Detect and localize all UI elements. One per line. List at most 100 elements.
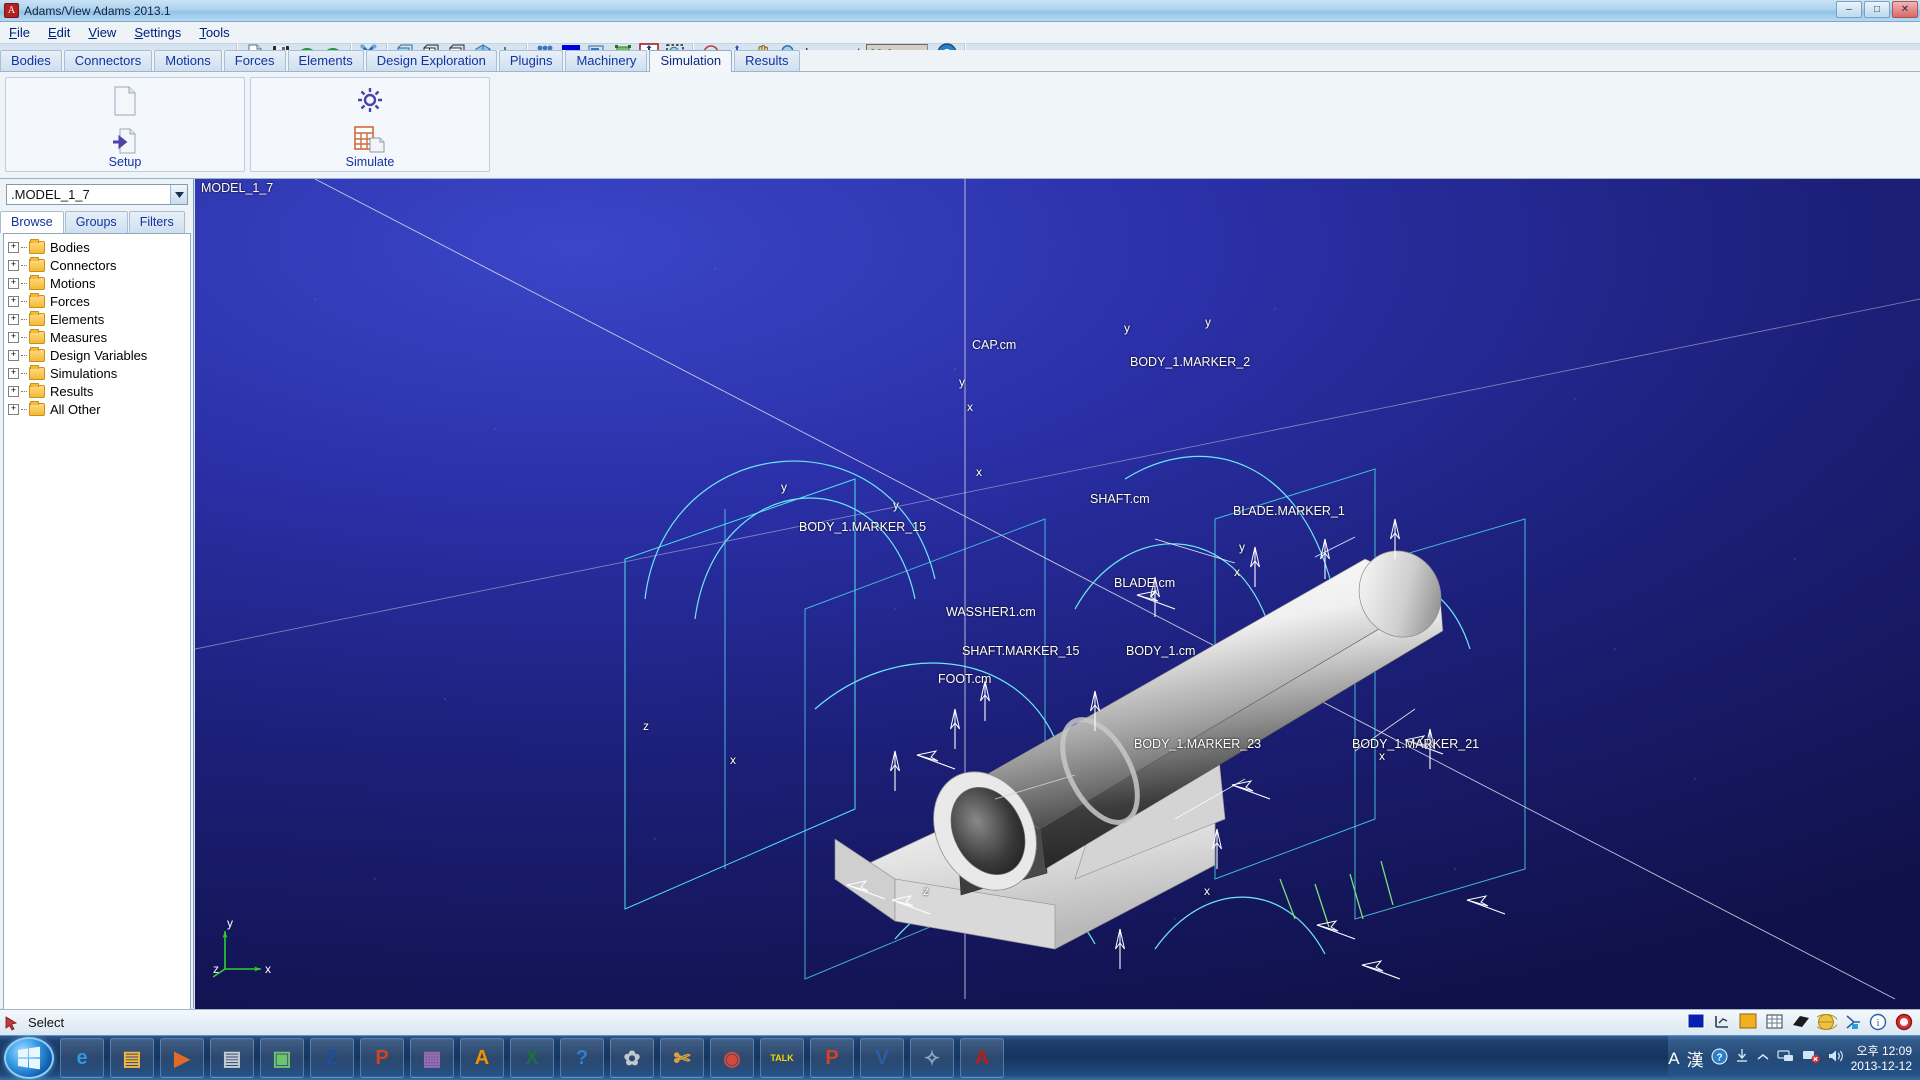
model-selector[interactable]: .MODEL_1_7 <box>6 184 188 205</box>
modeling-viewport[interactable]: MODEL_1_7 CAP.cm BODY_1.MARKER_2 SHAFT.c… <box>195 179 1920 1009</box>
view-yellow-icon[interactable] <box>1738 1012 1760 1032</box>
ribbon-tab-motions[interactable]: Motions <box>154 50 222 71</box>
simulation-script-icon[interactable] <box>354 125 386 158</box>
viewport-object-label[interactable]: SHAFT.MARKER_15 <box>962 644 1079 658</box>
snipping-tool-icon[interactable]: ✄ <box>660 1038 704 1078</box>
window-controls[interactable]: – □ ✕ <box>1836 1 1918 18</box>
viewport-object-label[interactable]: FOOT.cm <box>938 672 991 686</box>
tree-expander-icon[interactable]: + <box>8 259 19 271</box>
menu-file[interactable]: File <box>0 24 39 41</box>
excel-icon[interactable]: X <box>510 1038 554 1078</box>
help-tray-icon[interactable]: ? <box>1711 1048 1728 1070</box>
viewport-object-label[interactable]: BLADE.MARKER_1 <box>1233 504 1345 518</box>
adams-view-icon[interactable]: A <box>960 1038 1004 1078</box>
tree-expander-icon[interactable]: + <box>8 331 19 343</box>
window-icon[interactable]: ▣ <box>260 1038 304 1078</box>
viewport-object-label[interactable]: BODY_1.MARKER_15 <box>799 520 926 534</box>
browser-tab-groups[interactable]: Groups <box>64 211 128 233</box>
editor-icon[interactable]: Z <box>310 1038 354 1078</box>
tree-expander-icon[interactable]: + <box>8 385 19 397</box>
network-icon[interactable] <box>1777 1048 1795 1069</box>
ime-hanja-indicator[interactable]: 漢 <box>1687 1046 1704 1071</box>
model-tree[interactable]: + Bodies + Connectors + Motions + Forces + Elemen… <box>3 233 191 1080</box>
updates-icon[interactable] <box>1735 1048 1749 1069</box>
kakaotalk-icon[interactable]: TALK <box>760 1038 804 1078</box>
stop-icon[interactable] <box>1894 1012 1916 1032</box>
winrar-icon[interactable]: ▦ <box>410 1038 454 1078</box>
new-page-icon[interactable] <box>112 86 138 121</box>
tree-node-motions[interactable]: + Motions <box>8 274 190 292</box>
help-app-icon[interactable]: ? <box>560 1038 604 1078</box>
tree-node-measures[interactable]: + Measures <box>8 328 190 346</box>
start-orb-icon[interactable] <box>4 1037 54 1079</box>
gear-icon[interactable] <box>356 86 384 119</box>
ribbon-tab-machinery[interactable]: Machinery <box>565 50 648 71</box>
tree-expander-icon[interactable]: + <box>8 367 19 379</box>
media-player-icon[interactable]: ▶ <box>160 1038 204 1078</box>
viewport-object-label[interactable]: WASSHER1.cm <box>946 605 1036 619</box>
viewport-object-label[interactable]: BODY_1.MARKER_23 <box>1134 737 1261 751</box>
internet-explorer-icon[interactable]: e <box>60 1038 104 1078</box>
tree-node-forces[interactable]: + Forces <box>8 292 190 310</box>
tree-node-elements[interactable]: + Elements <box>8 310 190 328</box>
render-icon[interactable] <box>1816 1012 1838 1032</box>
ribbon-tab-bodies[interactable]: Bodies <box>0 50 62 71</box>
joint-icon[interactable] <box>1842 1012 1864 1032</box>
grid-icon[interactable] <box>1764 1012 1786 1032</box>
visio-icon[interactable]: V <box>860 1038 904 1078</box>
tree-node-bodies[interactable]: + Bodies <box>8 238 190 256</box>
maximize-button[interactable]: □ <box>1864 1 1890 18</box>
measure-icon[interactable] <box>1712 1012 1734 1032</box>
ribbon-tab-elements[interactable]: Elements <box>287 50 364 71</box>
show-hidden-icon[interactable] <box>1756 1050 1770 1068</box>
tree-node-simulations[interactable]: + Simulations <box>8 364 190 382</box>
menu-edit[interactable]: Edit <box>39 24 79 41</box>
menu-settings[interactable]: Settings <box>125 24 190 41</box>
viewport-object-label[interactable]: SHAFT.cm <box>1090 492 1150 506</box>
view-blue-icon[interactable] <box>1686 1012 1708 1032</box>
clock[interactable]: 오후 12:09 2013-12-12 <box>1851 1044 1912 1074</box>
tree-expander-icon[interactable]: + <box>8 349 19 361</box>
tree-expander-icon[interactable]: + <box>8 277 19 289</box>
adams-launcher-icon[interactable]: ✧ <box>910 1038 954 1078</box>
settings-app-icon[interactable]: ✿ <box>610 1038 654 1078</box>
file-explorer-icon[interactable]: ▤ <box>110 1038 154 1078</box>
tree-node-all-other[interactable]: + All Other <box>8 400 190 418</box>
shade-icon[interactable] <box>1790 1012 1812 1032</box>
tree-node-results[interactable]: + Results <box>8 382 190 400</box>
powerpoint-icon[interactable]: P <box>360 1038 404 1078</box>
powerpoint2-icon[interactable]: P <box>810 1038 854 1078</box>
ribbon-tab-design-exploration[interactable]: Design Exploration <box>365 50 497 71</box>
viewport-object-label[interactable]: BODY_1.MARKER_2 <box>1130 355 1250 369</box>
ribbon-tab-forces[interactable]: Forces <box>223 50 286 71</box>
menu-view[interactable]: View <box>79 24 125 41</box>
menu-tools[interactable]: Tools <box>190 24 238 41</box>
chrome-icon[interactable]: ◉ <box>710 1038 754 1078</box>
minimize-button[interactable]: – <box>1836 1 1862 18</box>
ribbon-tab-simulation[interactable]: Simulation <box>649 50 733 72</box>
tree-expander-icon[interactable]: + <box>8 241 19 253</box>
browser-tab-filters[interactable]: Filters <box>128 211 185 233</box>
ribbon-tab-connectors[interactable]: Connectors <box>63 50 153 71</box>
autodesk-icon[interactable]: A <box>460 1038 504 1078</box>
tree-node-connectors[interactable]: + Connectors <box>8 256 190 274</box>
volume-icon[interactable] <box>1827 1048 1844 1069</box>
ribbon-tab-results[interactable]: Results <box>734 50 800 71</box>
info-icon[interactable]: i <box>1868 1012 1890 1032</box>
tree-expander-icon[interactable]: + <box>8 313 19 325</box>
ime-latin-indicator[interactable]: A <box>1668 1049 1679 1069</box>
close-button[interactable]: ✕ <box>1892 1 1918 18</box>
viewport-object-label[interactable]: CAP.cm <box>972 338 1016 352</box>
select-arrow-icon[interactable] <box>0 1013 22 1033</box>
tree-expander-icon[interactable]: + <box>8 295 19 307</box>
tree-node-design-variables[interactable]: + Design Variables <box>8 346 190 364</box>
chevron-down-icon[interactable] <box>170 185 187 204</box>
ribbon-tab-plugins[interactable]: Plugins <box>498 50 564 71</box>
viewport-object-label[interactable]: BODY_1.MARKER_21 <box>1352 737 1479 751</box>
browser-tab-browse[interactable]: Browse <box>0 211 64 233</box>
notepad-icon[interactable]: ▤ <box>210 1038 254 1078</box>
viewport-object-label[interactable]: BLADE.cm <box>1114 576 1175 590</box>
network-error-icon[interactable] <box>1802 1048 1820 1069</box>
viewport-object-label[interactable]: BODY_1.cm <box>1126 644 1195 658</box>
tree-expander-icon[interactable]: + <box>8 403 19 415</box>
